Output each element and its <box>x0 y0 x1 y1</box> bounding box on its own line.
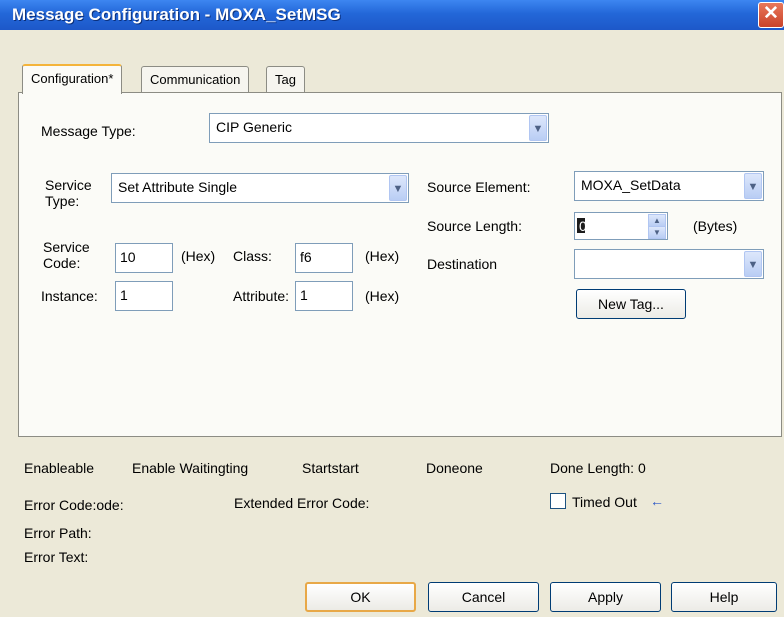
status-extended-error-code: Extended Error Code: <box>234 495 370 511</box>
class-value: f6 <box>300 249 312 265</box>
window-title: Message Configuration - MOXA_SetMSG <box>12 5 341 24</box>
help-label: Help <box>709 589 739 605</box>
status-done: Doneone <box>426 460 483 476</box>
close-button[interactable]: ✕ <box>758 2 784 28</box>
service-code-label: Service Code: <box>43 239 90 271</box>
chevron-down-icon[interactable]: ▼ <box>529 115 547 141</box>
service-code-label-line1: Service <box>43 239 90 255</box>
chevron-down-icon[interactable]: ▼ <box>744 173 762 199</box>
status-start: Startstart <box>302 460 359 476</box>
service-code-value: 10 <box>120 249 136 265</box>
new-tag-button[interactable]: New Tag... <box>576 289 686 319</box>
timed-out-label: Timed Out <box>572 494 637 510</box>
title-bar[interactable]: Message Configuration - MOXA_SetMSG ✕ <box>0 0 784 30</box>
tab-tag[interactable]: Tag <box>266 66 305 93</box>
service-type-value: Set Attribute Single <box>118 179 238 195</box>
service-type-select[interactable]: Set Attribute Single ▼ <box>111 173 409 203</box>
chevron-down-icon[interactable]: ▼ <box>389 175 407 201</box>
attribute-hex-label: (Hex) <box>365 288 400 304</box>
source-element-value: MOXA_SetData <box>581 177 681 193</box>
tab-communication[interactable]: Communication <box>141 66 250 93</box>
timed-out-checkbox[interactable] <box>550 493 566 509</box>
new-tag-label: New Tag... <box>598 296 664 312</box>
status-error-code: Error Code:ode: <box>24 497 124 513</box>
destination-select[interactable]: ▼ <box>574 249 764 279</box>
service-code-label-line2: Code: <box>43 255 81 271</box>
tab-configuration-label: Configuration* <box>31 71 114 86</box>
instance-label: Instance: <box>41 288 98 304</box>
service-type-label: Service Type: <box>45 177 92 209</box>
help-button[interactable]: Help <box>671 582 777 612</box>
message-type-label: Message Type: <box>41 123 136 139</box>
attribute-value: 1 <box>300 287 308 303</box>
cancel-label: Cancel <box>461 589 506 605</box>
status-enable: Enableable <box>24 460 95 476</box>
status-error-path: Error Path: <box>24 525 92 541</box>
message-configuration-dialog: Message Configuration - MOXA_SetMSG ✕ Co… <box>0 0 784 617</box>
destination-label: Destination <box>427 256 498 272</box>
source-length-label: Source Length: <box>427 218 522 234</box>
close-icon: ✕ <box>763 3 779 24</box>
tab-configuration[interactable]: Configuration* <box>22 64 123 94</box>
apply-label: Apply <box>587 589 624 605</box>
service-code-hex-label: (Hex) <box>181 248 216 264</box>
source-length-value: 0 <box>579 218 587 234</box>
source-length-bytes-label: (Bytes) <box>693 218 738 234</box>
status-enable-waiting: Enable Waitingting <box>132 460 249 476</box>
instance-input[interactable]: 1 <box>115 281 173 311</box>
attribute-input[interactable]: 1 <box>295 281 353 311</box>
chevron-down-icon[interactable]: ▼ <box>744 251 762 277</box>
service-type-label-line2: Type: <box>45 193 80 209</box>
ok-label: OK <box>350 589 371 605</box>
attribute-label: Attribute: <box>233 288 290 304</box>
source-element-select[interactable]: MOXA_SetData ▼ <box>574 171 764 201</box>
arrow-left-icon: ← <box>650 493 664 509</box>
tab-communication-label: Communication <box>150 72 241 87</box>
message-type-value: CIP Generic <box>216 119 292 135</box>
configuration-panel: Message Type: CIP Generic ▼ Service Type… <box>18 92 782 437</box>
service-type-label-line1: Service <box>45 177 92 193</box>
ok-button[interactable]: OK <box>305 582 416 612</box>
class-hex-label: (Hex) <box>365 248 400 264</box>
instance-value: 1 <box>120 287 128 303</box>
service-code-input[interactable]: 10 <box>115 243 173 273</box>
class-label: Class: <box>233 248 272 264</box>
status-error-text: Error Text: <box>24 549 89 565</box>
status-done-length: Done Length: 0 <box>550 460 646 476</box>
apply-button[interactable]: Apply <box>550 582 661 612</box>
spin-down-icon[interactable]: ▼ <box>648 226 666 239</box>
class-input[interactable]: f6 <box>295 243 353 273</box>
tab-tag-label: Tag <box>275 72 296 87</box>
cancel-button[interactable]: Cancel <box>428 582 539 612</box>
source-length-input[interactable]: 0 ▲ ▼ <box>574 212 668 240</box>
source-element-label: Source Element: <box>427 179 531 195</box>
message-type-select[interactable]: CIP Generic ▼ <box>209 113 549 143</box>
